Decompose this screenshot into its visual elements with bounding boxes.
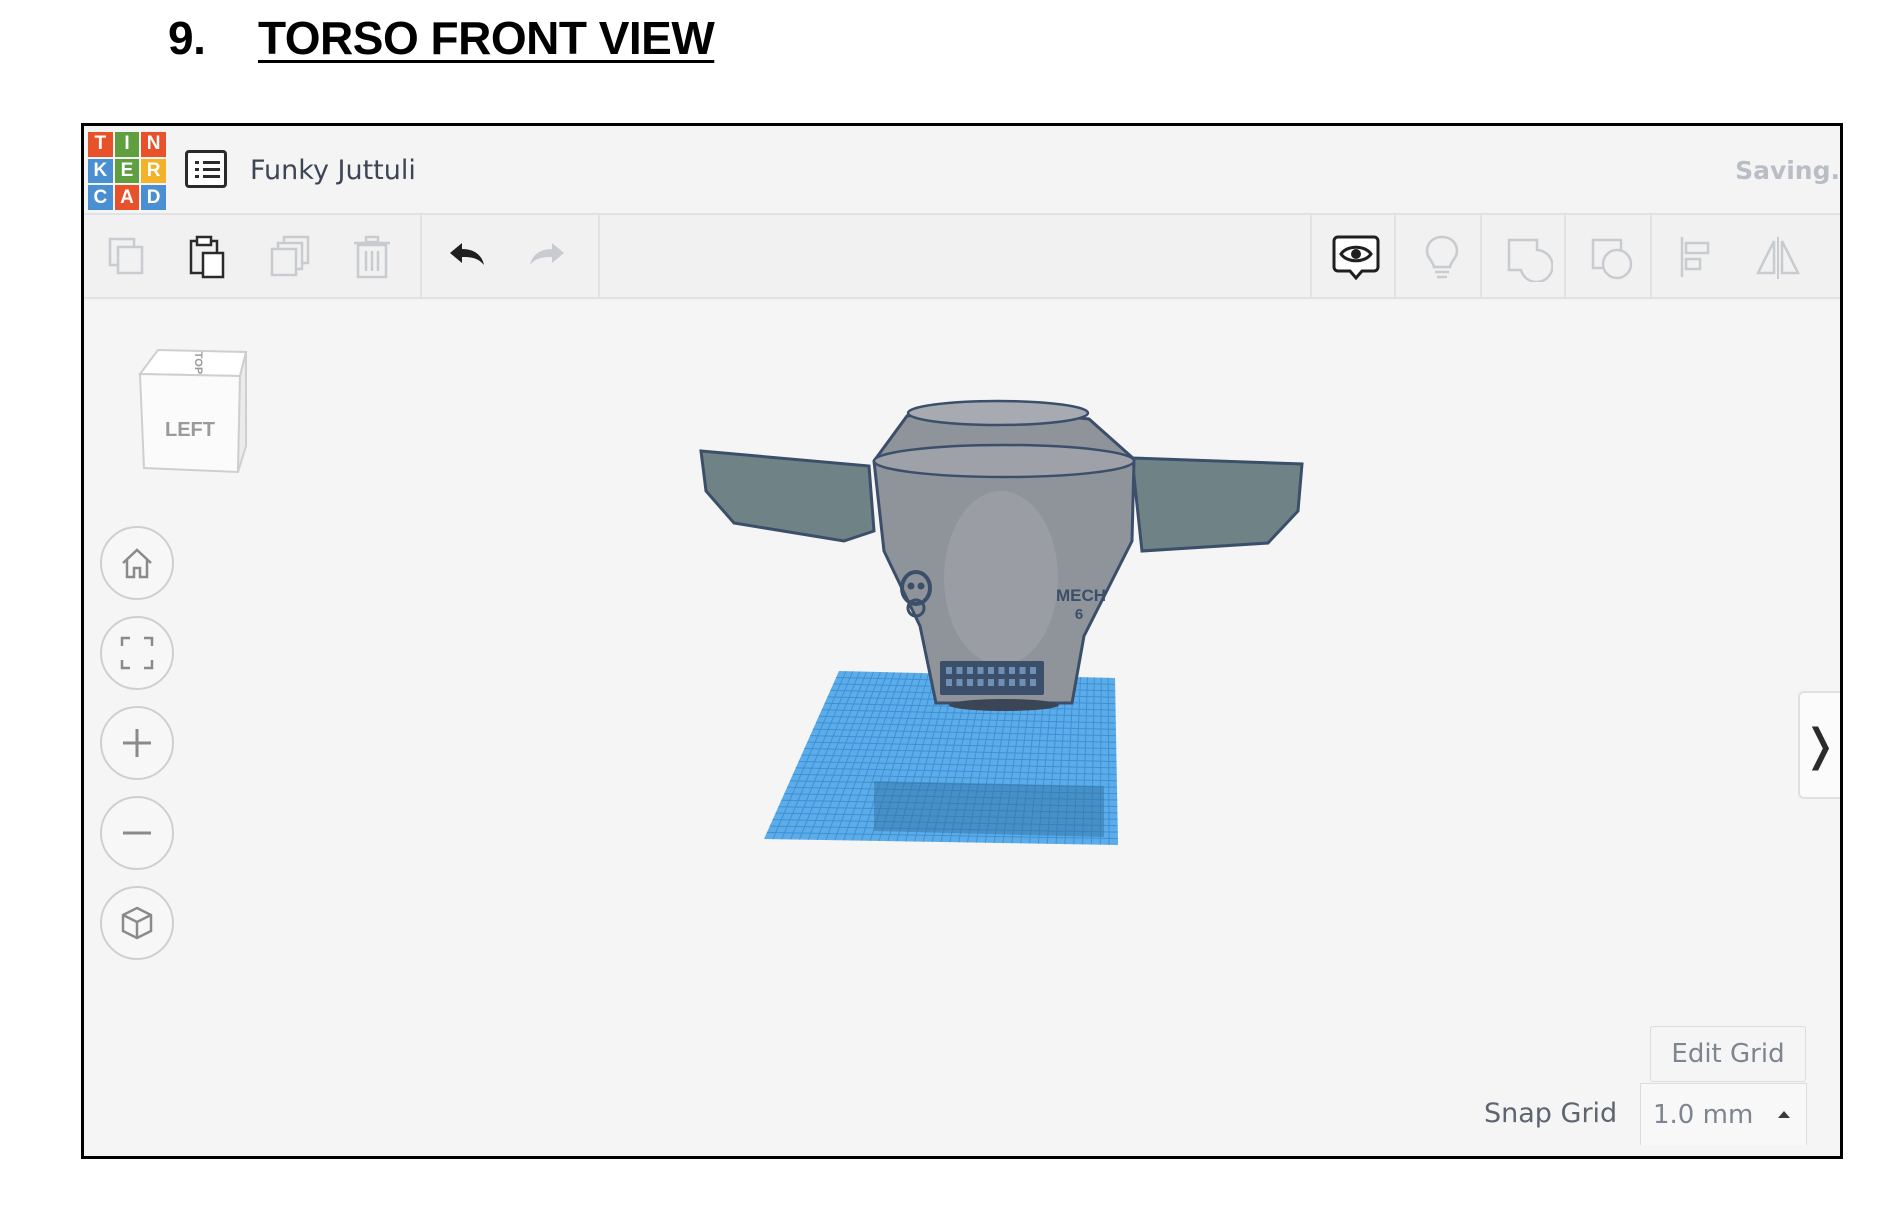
right-wing[interactable] — [1130, 456, 1304, 553]
paste-icon[interactable] — [177, 225, 241, 289]
logo-letter: I — [114, 132, 140, 157]
logo-letter: T — [88, 132, 113, 157]
heading-title: TORSO FRONT VIEW — [258, 12, 715, 64]
mirror-icon[interactable] — [1746, 225, 1810, 289]
logo-letter: A — [114, 185, 140, 210]
save-status: Saving. — [1735, 156, 1840, 185]
zoom-out-icon — [123, 831, 151, 835]
3d-scene[interactable]: MECH 6 — [84, 301, 1843, 1159]
snap-grid-select[interactable]: 1.0 mm — [1640, 1083, 1807, 1145]
logo-letter: D — [141, 185, 166, 210]
snap-grid-label: Snap Grid — [1484, 1098, 1618, 1129]
tinkercad-window: TIN KER CAD Funky Juttuli Saving. MECH 6 L… — [81, 123, 1843, 1159]
tinkercad-logo[interactable]: TIN KER CAD — [88, 132, 166, 210]
chevron-up-icon — [1778, 1111, 1790, 1118]
ungroup-icon[interactable] — [1580, 225, 1644, 289]
snap-grid-value: 1.0 mm — [1653, 1099, 1754, 1130]
torso-body[interactable] — [872, 399, 1136, 711]
home-view-button[interactable] — [100, 526, 174, 600]
copy-icon[interactable] — [96, 225, 160, 289]
duplicate-icon[interactable] — [258, 225, 322, 289]
logo-letter: N — [141, 132, 166, 157]
fit-all-icon — [120, 636, 154, 670]
view-cube[interactable]: LEFT TOP — [128, 346, 248, 481]
home-icon — [122, 548, 152, 579]
logo-letter: C — [88, 185, 113, 210]
toolbar — [84, 215, 1840, 299]
project-name[interactable]: Funky Juttuli — [250, 126, 416, 215]
group-icon[interactable] — [1496, 225, 1560, 289]
align-icon[interactable] — [1664, 225, 1728, 289]
edit-grid-button[interactable]: Edit Grid — [1650, 1026, 1806, 1082]
zoom-out-button[interactable] — [100, 796, 174, 870]
logo-letter: K — [88, 158, 113, 184]
notes-icon[interactable] — [1410, 225, 1474, 289]
side-panel-toggle[interactable]: ❭ — [1798, 691, 1840, 799]
left-wing[interactable] — [699, 449, 876, 543]
title-bar: TIN KER CAD Funky Juttuli Saving. — [84, 126, 1840, 215]
mech-label: MECH — [1056, 586, 1106, 605]
delete-icon[interactable] — [340, 225, 404, 289]
view-cube-left-label: LEFT — [165, 419, 215, 441]
logo-letter: R — [141, 158, 166, 184]
mech-number: 6 — [1075, 606, 1083, 623]
perspective-icon — [121, 906, 153, 940]
zoom-in-icon — [123, 729, 151, 757]
fit-all-button[interactable] — [100, 616, 174, 690]
view-cube-top-label: TOP — [192, 352, 204, 374]
undo-icon[interactable] — [434, 225, 498, 289]
zoom-in-button[interactable] — [100, 706, 174, 780]
page-heading: 9. TORSO FRONT VIEW — [168, 8, 715, 68]
perspective-button[interactable] — [100, 886, 174, 960]
design-list-button[interactable] — [185, 150, 227, 188]
workplane-canvas[interactable]: MECH 6 LEFT TOP ❭ Edit Grid Snap Grid 1.… — [84, 301, 1843, 1159]
show-all-icon[interactable] — [1324, 225, 1388, 289]
redo-icon[interactable] — [516, 225, 580, 289]
logo-letter: E — [114, 158, 140, 184]
heading-number: 9. — [168, 12, 206, 64]
